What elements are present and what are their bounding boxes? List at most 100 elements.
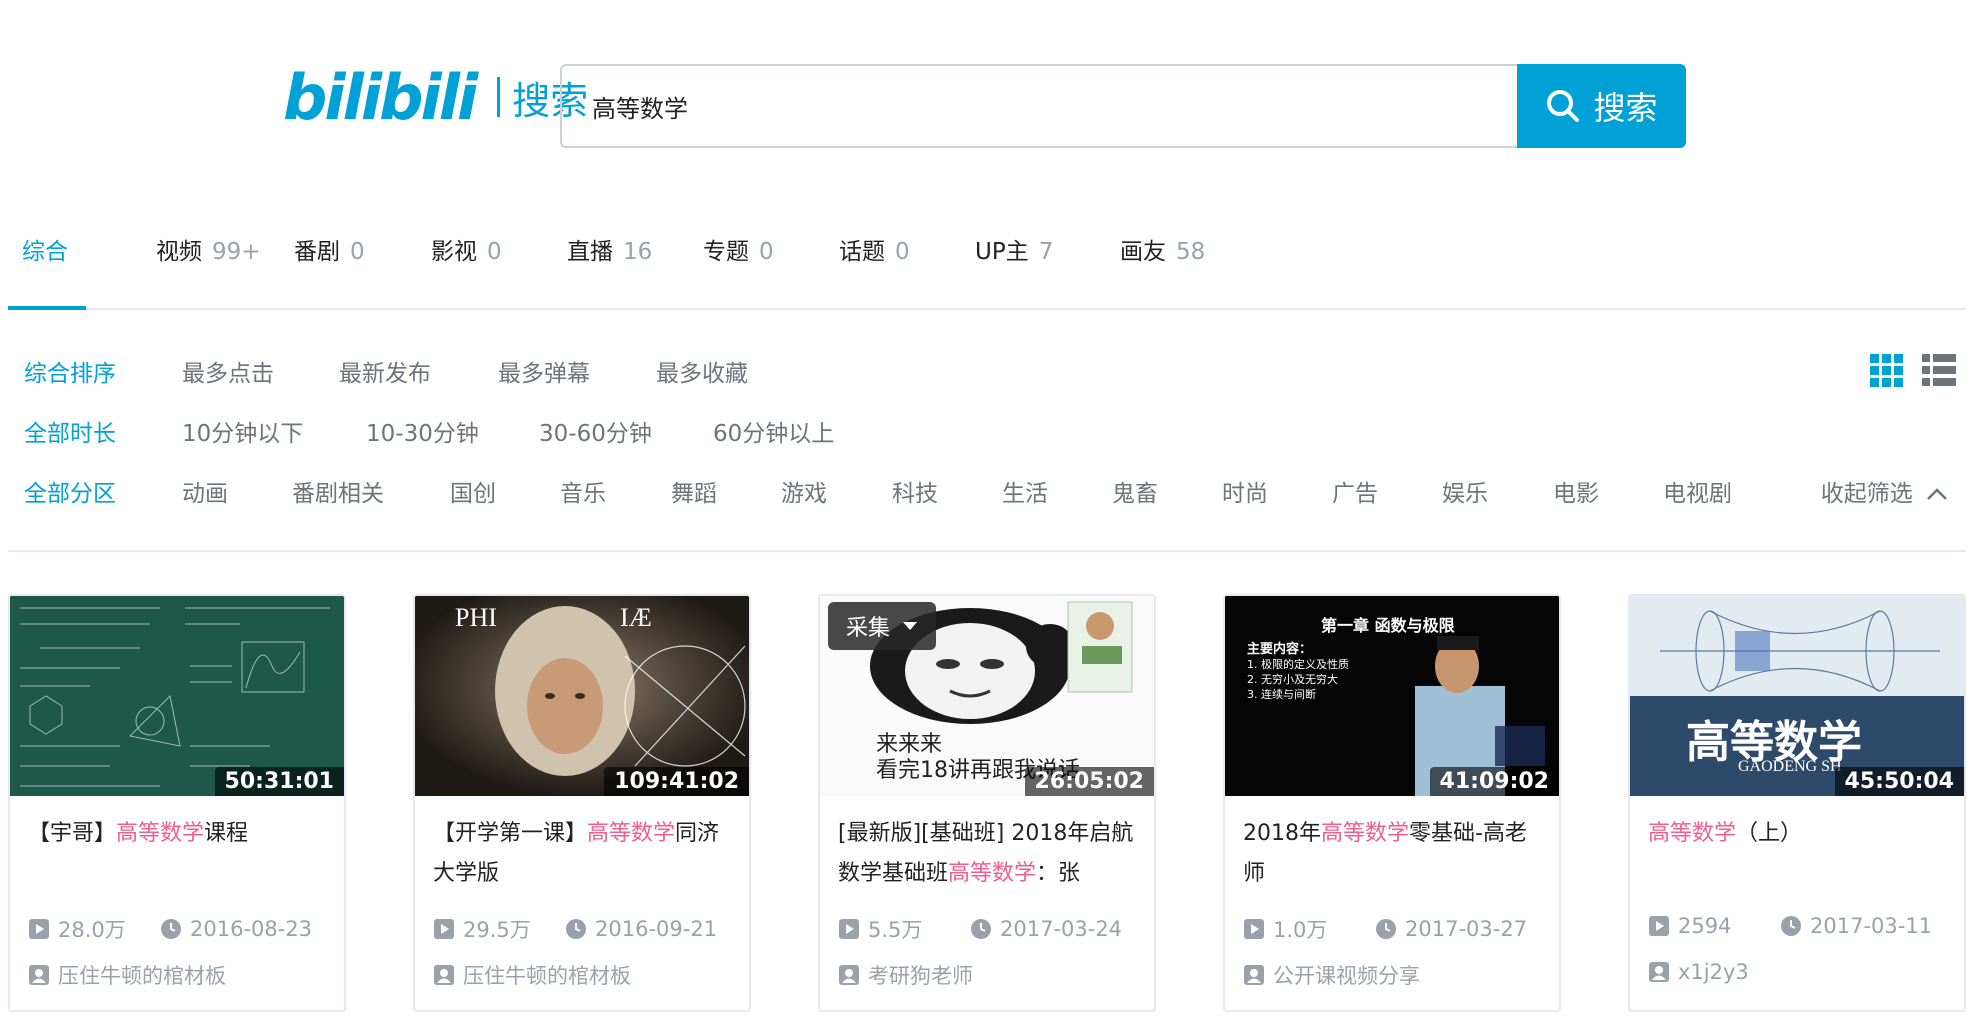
filter-zone-guochuang[interactable]: 国创 (450, 474, 496, 508)
video-card[interactable]: 第一章 函数与极限 主要内容： 1. 极限的定义及性质 2. 无穷小及无穷大 3… (1223, 594, 1561, 1012)
active-tab-underline (8, 306, 86, 310)
filter-zone-dance[interactable]: 舞蹈 (671, 474, 717, 508)
video-card[interactable]: PHI IÆ 109:41:02 【开学第一课】高等数学同济大学版 29.5万 … (413, 594, 751, 1012)
video-title[interactable]: 2018年高等数学零基础-高老师 (1225, 796, 1559, 906)
search-input[interactable]: 高等数学 (560, 64, 1517, 148)
collapse-filters-label: 收起筛选 (1820, 481, 1913, 507)
thumb-item: 2. 无穷小及无穷大 (1247, 673, 1338, 686)
tab-label: UP主 (975, 239, 1029, 265)
tab-count: 0 (895, 239, 910, 265)
filter-zone-tv[interactable]: 电视剧 (1663, 474, 1732, 508)
video-title[interactable]: [最新版][基础班] 2018年启航数学基础班高等数学：张 (820, 796, 1154, 906)
video-thumbnail[interactable]: 第一章 函数与极限 主要内容： 1. 极限的定义及性质 2. 无穷小及无穷大 3… (1225, 596, 1559, 796)
collapse-filters-button[interactable]: 收起筛选 (1821, 474, 1948, 508)
filter-zone-bangumi[interactable]: 番剧相关 (292, 474, 384, 508)
filter-zone-movie[interactable]: 电影 (1553, 474, 1599, 508)
clock-icon (971, 919, 991, 939)
filter-order-danmaku[interactable]: 最多弹幕 (498, 354, 590, 388)
tab-count: 99+ (212, 239, 261, 265)
video-card[interactable]: 来来来 看完18讲再跟我说话 采集 26:05:02 [最新版][基础班] 20… (818, 594, 1156, 1012)
tab-label: 话题 (839, 239, 885, 265)
video-author[interactable]: x1j2y3 (1648, 960, 1749, 984)
video-title[interactable]: 【开学第一课】高等数学同济大学版 (415, 796, 749, 906)
video-thumbnail[interactable]: 来来来 看完18讲再跟我说话 采集 26:05:02 (820, 596, 1154, 796)
clock-icon (566, 919, 586, 939)
tab-live[interactable]: 直播 16 (567, 232, 652, 266)
filter-duration-under10[interactable]: 10分钟以下 (182, 414, 303, 448)
user-icon (1244, 965, 1264, 985)
author-name: x1j2y3 (1678, 960, 1749, 984)
search-button-label: 搜索 (1593, 89, 1658, 127)
filter-zone-game[interactable]: 游戏 (781, 474, 827, 508)
video-author[interactable]: 压住牛顿的棺材板 (28, 960, 226, 990)
filter-zone-kichiku[interactable]: 鬼畜 (1112, 474, 1158, 508)
filter-zone-anime[interactable]: 动画 (182, 474, 228, 508)
filter-duration-10-30[interactable]: 10-30分钟 (366, 414, 479, 448)
video-card[interactable]: 50:31:01 【宇哥】高等数学课程 28.0万 2016-08-23 压住牛… (8, 594, 346, 1012)
video-thumbnail[interactable]: 高等数学 GAODENG SH 45:50:04 (1630, 596, 1964, 796)
filter-order-favorites[interactable]: 最多收藏 (656, 354, 748, 388)
filter-duration-over60[interactable]: 60分钟以上 (713, 414, 834, 448)
tab-bangumi[interactable]: 番剧 0 (294, 232, 365, 266)
video-thumbnail[interactable]: 50:31:01 (10, 596, 344, 796)
video-author[interactable]: 压住牛顿的棺材板 (433, 960, 631, 990)
list-view-icon[interactable] (1922, 354, 1956, 388)
collect-button[interactable]: 采集 (828, 602, 937, 650)
tab-count: 0 (487, 239, 502, 265)
title-highlight: 高等数学 (1648, 821, 1737, 846)
filter-zone-entertainment[interactable]: 娱乐 (1442, 474, 1488, 508)
filter-zone-all[interactable]: 全部分区 (24, 474, 116, 508)
video-duration: 45:50:04 (1834, 767, 1964, 796)
title-highlight: 高等数学 (1321, 821, 1410, 846)
video-card[interactable]: 高等数学 GAODENG SH 45:50:04 高等数学（上） 2594 20… (1628, 594, 1966, 1012)
search-button[interactable]: 搜索 (1517, 64, 1686, 148)
search-icon (1547, 90, 1580, 122)
title-highlight: 高等数学 (587, 821, 676, 846)
tab-count: 0 (759, 239, 774, 265)
tab-label: 专题 (703, 239, 749, 265)
filter-zone-life[interactable]: 生活 (1002, 474, 1048, 508)
title-text: 【宇哥】 (28, 821, 117, 846)
video-title[interactable]: 【宇哥】高等数学课程 (10, 796, 344, 906)
thumb-item: 3. 连续与间断 (1247, 688, 1316, 701)
video-stats: 2594 2017-03-11 (1648, 914, 1932, 938)
tab-count: 7 (1038, 239, 1054, 265)
thumb-pinyin: GAODENG SH (1738, 758, 1842, 775)
upload-date: 2017-03-24 (1000, 917, 1123, 941)
video-thumbnail[interactable]: PHI IÆ 109:41:02 (415, 596, 749, 796)
filter-panel: 综合排序 最多点击 最新发布 最多弹幕 最多收藏 全部时长 10分钟以下 10-… (8, 330, 1966, 552)
filter-zone-music[interactable]: 音乐 (560, 474, 606, 508)
tab-label: 直播 (567, 239, 613, 265)
video-author[interactable]: 公开课视频分享 (1243, 960, 1420, 990)
chevron-up-icon (1927, 488, 1947, 500)
filter-order-clicks[interactable]: 最多点击 (182, 354, 274, 388)
tab-movie[interactable]: 影视 0 (431, 232, 502, 266)
title-text: 课程 (204, 821, 249, 846)
filter-zone-tech[interactable]: 科技 (892, 474, 938, 508)
tab-label: 视频 (156, 239, 202, 265)
tab-uploader[interactable]: UP主 7 (975, 232, 1053, 266)
tab-all[interactable]: 综合 (22, 232, 68, 266)
tab-topic[interactable]: 专题 0 (703, 232, 774, 266)
play-count: 2594 (1678, 914, 1732, 938)
tab-artist[interactable]: 画友 58 (1120, 232, 1205, 266)
grid-view-icon[interactable] (1870, 354, 1904, 388)
chalkboard-graphic (10, 596, 344, 796)
bilibili-logo[interactable]: bilibili 搜索 (283, 61, 588, 134)
filter-zone-ads[interactable]: 广告 (1332, 474, 1378, 508)
filter-duration-30-60[interactable]: 30-60分钟 (539, 414, 652, 448)
filter-order-newest[interactable]: 最新发布 (339, 354, 431, 388)
play-count: 1.0万 (1273, 918, 1328, 942)
clock-icon (1376, 919, 1396, 939)
filter-row-order: 综合排序 最多点击 最新发布 最多弹幕 最多收藏 (8, 354, 1966, 394)
tab-video[interactable]: 视频 99+ (156, 232, 261, 266)
tab-subject[interactable]: 话题 0 (839, 232, 910, 266)
upload-date: 2017-03-11 (1810, 914, 1933, 938)
video-author[interactable]: 考研狗老师 (838, 960, 973, 990)
video-stats: 29.5万 2016-09-21 (433, 914, 717, 944)
user-icon (29, 965, 49, 985)
filter-duration-all[interactable]: 全部时长 (24, 414, 116, 448)
filter-zone-fashion[interactable]: 时尚 (1222, 474, 1268, 508)
video-title[interactable]: 高等数学（上） (1630, 796, 1964, 906)
filter-order-default[interactable]: 综合排序 (24, 354, 116, 388)
